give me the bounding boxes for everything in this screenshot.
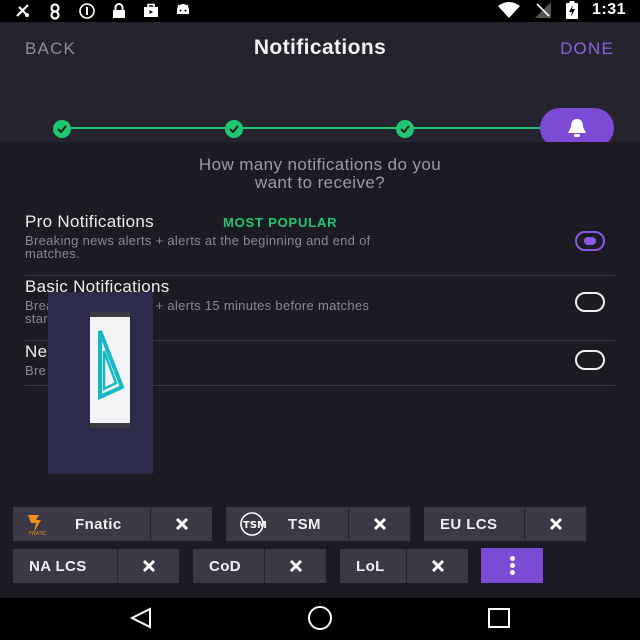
option-title: Pro Notifications (25, 212, 154, 231)
option-description: Breaking news alerts + alerts at the beg… (25, 233, 371, 261)
wifi-icon (497, 2, 520, 18)
more-vert-icon (510, 556, 515, 561)
remove-cod-button[interactable] (264, 549, 326, 583)
fa-notification-icon (16, 4, 29, 17)
tsm-logo-icon: TSM (240, 512, 266, 536)
floating-logo-overlay (48, 292, 153, 474)
svg-text:FNATIC: FNATIC (29, 531, 47, 536)
lock-icon (113, 3, 125, 18)
done-button[interactable]: DONE (560, 39, 614, 59)
chip-lol[interactable]: LoL (340, 549, 468, 583)
triangle-logo-icon (98, 330, 125, 401)
question-text: How many notifications do you want to re… (198, 155, 442, 192)
header: BACK Notifications DONE (0, 22, 640, 148)
page-title: Notifications (253, 36, 387, 59)
step-2-complete-icon (225, 120, 243, 138)
nav-recents-icon[interactable] (486, 606, 512, 630)
option-title: Ne (25, 342, 48, 361)
battery-icon (565, 1, 578, 19)
bell-icon (568, 119, 586, 137)
remove-na-lcs-button[interactable] (117, 549, 179, 583)
close-icon (175, 517, 189, 531)
briefcase-icon (144, 3, 158, 17)
system-nav-bar (0, 598, 640, 640)
remove-tsm-button[interactable] (348, 507, 410, 541)
chip-eu-lcs[interactable]: EU LCS (424, 507, 586, 541)
remove-lol-button[interactable] (406, 549, 468, 583)
close-icon (373, 517, 387, 531)
close-icon (549, 517, 563, 531)
close-icon (142, 559, 156, 573)
chip-label: EU LCS (440, 516, 498, 533)
remove-fnatic-button[interactable] (150, 507, 212, 541)
chip-fnatic[interactable]: FNATIC Fnatic (13, 507, 212, 541)
chip-label: CoD (209, 558, 242, 575)
fnatic-logo-icon: FNATIC (28, 515, 47, 536)
more-vert-icon-dot (510, 570, 515, 575)
chip-label: NA LCS (29, 558, 87, 575)
close-icon (431, 559, 445, 573)
status-time: 1:31 (591, 1, 626, 18)
remove-eu-lcs-button[interactable] (524, 507, 586, 541)
radio-news-notifications[interactable] (575, 350, 605, 370)
chip-tsm[interactable]: TSM TSM (226, 507, 410, 541)
chip-label: LoL (356, 558, 385, 575)
link-icon (50, 3, 60, 20)
liquipedia-logo-card (90, 312, 130, 428)
chip-na-lcs[interactable]: NA LCS (13, 549, 179, 583)
chip-label: TSM (288, 516, 321, 533)
svg-text:TSM: TSM (243, 520, 266, 531)
signal-icon (534, 2, 551, 18)
chip-cod[interactable]: CoD (193, 549, 326, 583)
info-icon (79, 3, 95, 19)
more-vert-icon-dot (510, 563, 515, 568)
status-bar: 1:31 (0, 0, 640, 22)
radio-basic-notifications[interactable] (575, 292, 605, 312)
nav-back-icon[interactable] (128, 606, 154, 630)
radio-pro-notifications[interactable] (575, 231, 605, 251)
status-right-icons: 1:31 (497, 1, 626, 19)
status-left-icons (14, 2, 192, 20)
step-3-complete-icon (396, 120, 414, 138)
most-popular-badge: MOST POPULAR (223, 215, 338, 230)
chip-label: Fnatic (75, 516, 122, 533)
stepper-line (62, 127, 582, 129)
close-icon (289, 559, 303, 573)
android-icon (177, 4, 189, 14)
nav-home-icon[interactable] (305, 606, 335, 630)
option-pro-notifications[interactable]: Pro Notifications MOST POPULAR Breaking … (25, 212, 615, 276)
step-1-complete-icon (53, 120, 71, 138)
more-options-button[interactable] (481, 548, 543, 583)
